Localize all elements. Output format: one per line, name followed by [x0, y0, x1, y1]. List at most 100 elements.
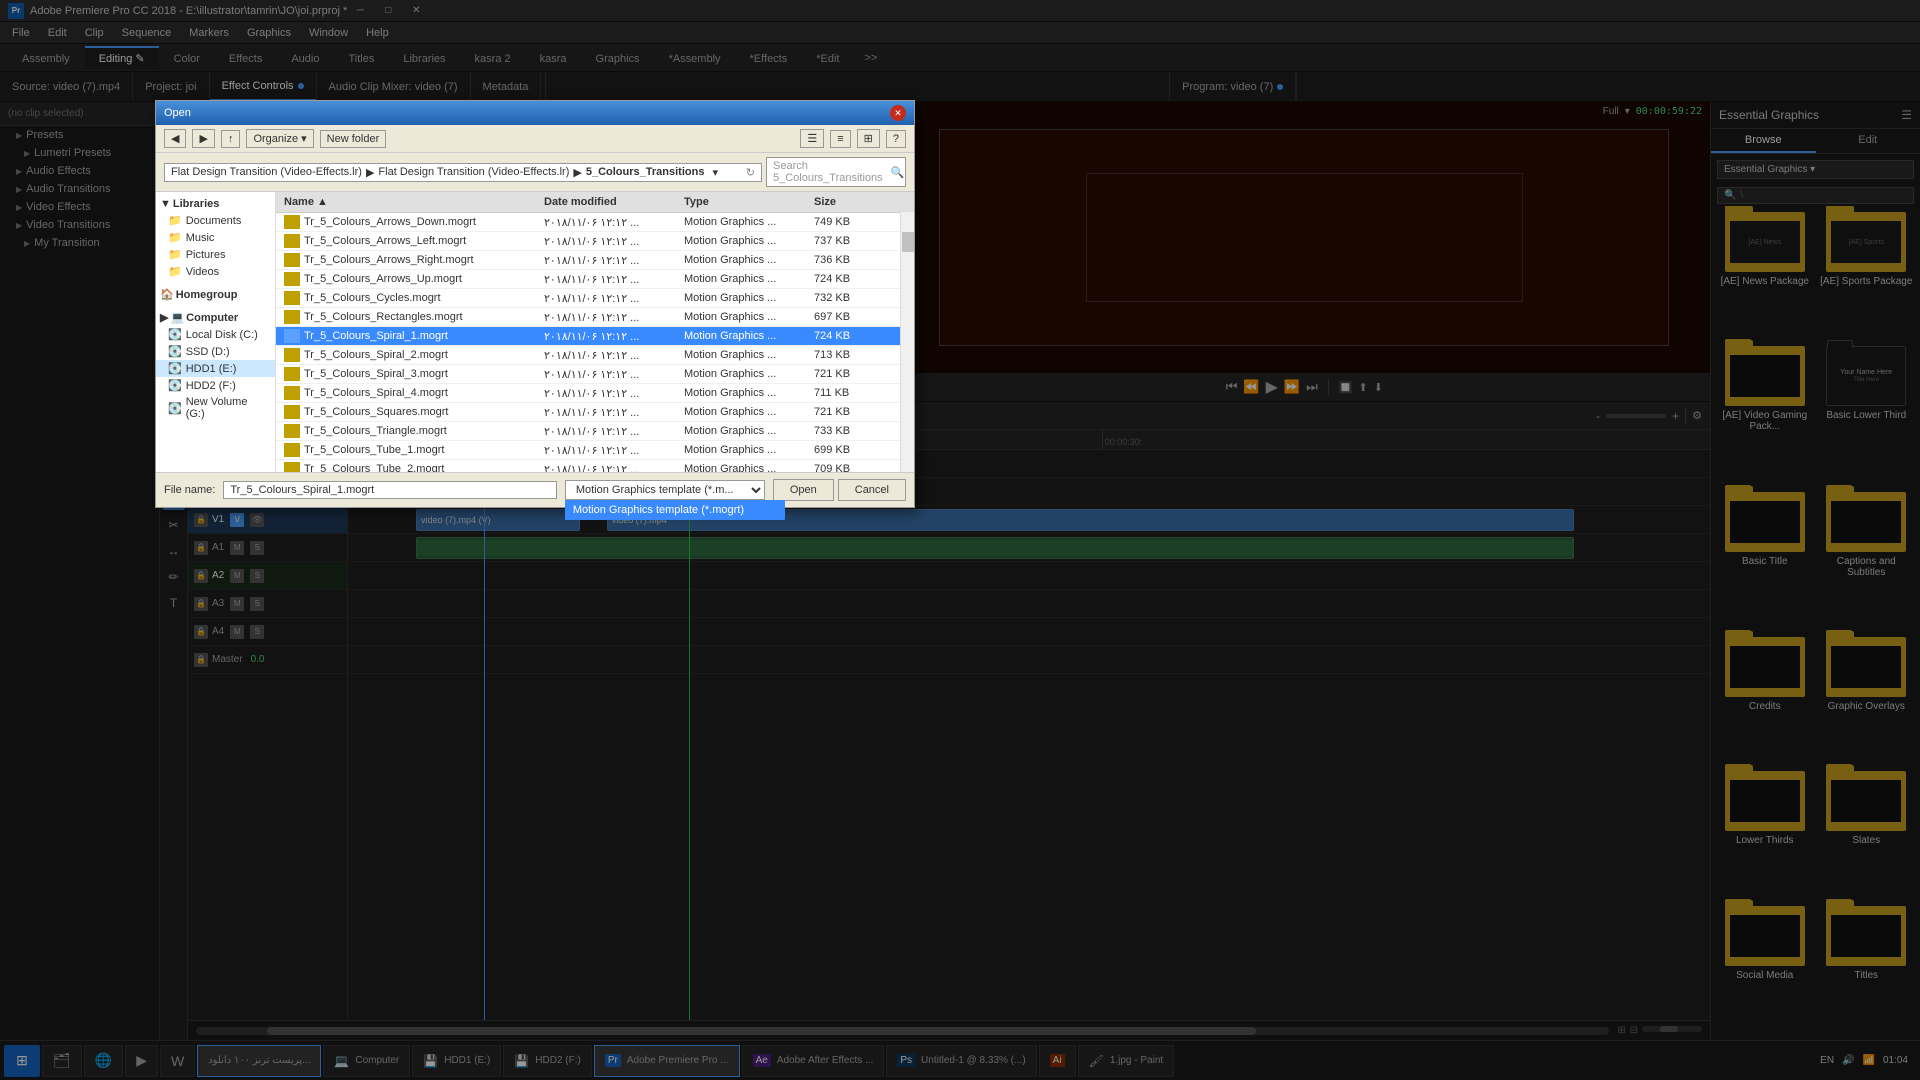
file-date-8: ۲۰۱۸/۱۱/۰۶ ۱۲:۱۲ ... — [540, 367, 680, 382]
file-row-4[interactable]: Tr_5_Colours_Cycles.mogrt ۲۰۱۸/۱۱/۰۶ ۱۲:… — [276, 289, 914, 308]
organize-button[interactable]: Organize ▾ — [246, 129, 313, 148]
file-type-12: Motion Graphics ... — [680, 443, 810, 457]
file-name-1: Tr_5_Colours_Arrows_Left.mogrt — [280, 233, 540, 249]
file-size-2: 736 KB — [810, 253, 890, 267]
col-header-size[interactable]: Size — [810, 194, 890, 210]
file-row-3[interactable]: Tr_5_Colours_Arrows_Up.mogrt ۲۰۱۸/۱۱/۰۶ … — [276, 270, 914, 289]
sidebar-hdd1-e[interactable]: 💽 HDD1 (E:) — [156, 360, 275, 377]
file-icon-1 — [284, 234, 300, 248]
drive-f-icon: 💽 — [168, 379, 182, 392]
sidebar-libraries-group[interactable]: ▼ Libraries — [156, 196, 275, 212]
file-icon-2 — [284, 253, 300, 267]
file-type-6: Motion Graphics ... — [680, 329, 810, 343]
dialog-file-list: Tr_5_Colours_Arrows_Down.mogrt ۲۰۱۸/۱۱/۰… — [276, 213, 914, 472]
drive-f-label: HDD2 (F:) — [186, 380, 236, 392]
cancel-button[interactable]: Cancel — [838, 479, 906, 501]
music-label: Music — [186, 232, 215, 244]
videos-label: Videos — [186, 266, 219, 278]
file-row-13[interactable]: Tr_5_Colours_Tube_2.mogrt ۲۰۱۸/۱۱/۰۶ ۱۲:… — [276, 460, 914, 472]
open-dialog: Open ✕ ◀ ▶ ↑ Organize ▾ New folder ☰ ≡ ⊞… — [155, 100, 915, 508]
sidebar-ssd-d[interactable]: 💽 SSD (D:) — [156, 343, 275, 360]
homegroup-label: Homegroup — [176, 289, 238, 301]
dialog-nav-row: Flat Design Transition (Video-Effects.lr… — [156, 153, 914, 192]
file-size-0: 749 KB — [810, 215, 890, 229]
sidebar-music[interactable]: 📁 Music — [156, 229, 275, 246]
file-name-input[interactable] — [223, 481, 556, 499]
file-row-11[interactable]: Tr_5_Colours_Triangle.mogrt ۲۰۱۸/۱۱/۰۶ ۱… — [276, 422, 914, 441]
sidebar-local-disk-c[interactable]: 💽 Local Disk (C:) — [156, 326, 275, 343]
file-type-8: Motion Graphics ... — [680, 367, 810, 381]
file-name-10: Tr_5_Colours_Squares.mogrt — [280, 404, 540, 420]
file-row-2[interactable]: Tr_5_Colours_Arrows_Right.mogrt ۲۰۱۸/۱۱/… — [276, 251, 914, 270]
file-type-dropdown-popup[interactable]: Motion Graphics template (*.mogrt) — [565, 500, 785, 520]
file-date-12: ۲۰۱۸/۱۱/۰۶ ۱۲:۱۲ ... — [540, 443, 680, 458]
sidebar-pictures[interactable]: 📁 Pictures — [156, 246, 275, 263]
sidebar-homegroup[interactable]: 🏠 Homegroup — [156, 286, 275, 303]
search-placeholder: Search 5_Colours_Transitions — [773, 160, 883, 184]
sidebar-computer[interactable]: ▶ 💻 Computer — [156, 309, 275, 326]
file-list-scrollbar[interactable] — [900, 212, 914, 472]
view-details-button[interactable]: ≡ — [830, 130, 850, 148]
file-date-5: ۲۰۱۸/۱۱/۰۶ ۱۲:۱۲ ... — [540, 310, 680, 325]
sidebar-hdd2-f[interactable]: 💽 HDD2 (F:) — [156, 377, 275, 394]
file-name-9: Tr_5_Colours_Spiral_4.mogrt — [280, 385, 540, 401]
file-size-8: 721 KB — [810, 367, 890, 381]
open-button[interactable]: Open — [773, 479, 834, 501]
file-row-6[interactable]: Tr_5_Colours_Spiral_1.mogrt ۲۰۱۸/۱۱/۰۶ ۱… — [276, 327, 914, 346]
file-name-0: Tr_5_Colours_Arrows_Down.mogrt — [280, 214, 540, 230]
scrollbar-thumb[interactable] — [902, 232, 914, 252]
file-date-4: ۲۰۱۸/۱۱/۰۶ ۱۲:۱۲ ... — [540, 291, 680, 306]
file-row-8[interactable]: Tr_5_Colours_Spiral_3.mogrt ۲۰۱۸/۱۱/۰۶ ۱… — [276, 365, 914, 384]
documents-icon: 📁 — [168, 214, 182, 227]
file-icon-5 — [284, 310, 300, 324]
view-list-button[interactable]: ☰ — [800, 129, 824, 148]
file-size-6: 724 KB — [810, 329, 890, 343]
file-name-5: Tr_5_Colours_Rectangles.mogrt — [280, 309, 540, 325]
col-header-date[interactable]: Date modified — [540, 194, 680, 210]
forward-button[interactable]: ▶ — [192, 129, 214, 148]
breadcrumb-1: Flat Design Transition (Video-Effects.lr… — [171, 166, 362, 178]
pictures-label: Pictures — [186, 249, 226, 261]
file-row-0[interactable]: Tr_5_Colours_Arrows_Down.mogrt ۲۰۱۸/۱۱/۰… — [276, 213, 914, 232]
col-header-type[interactable]: Type — [680, 194, 810, 210]
view-icons-button[interactable]: ⊞ — [857, 129, 880, 148]
documents-label: Documents — [186, 215, 242, 227]
dialog-search[interactable]: Search 5_Colours_Transitions 🔍 — [766, 157, 906, 187]
file-date-6: ۲۰۱۸/۱۱/۰۶ ۱۲:۱۲ ... — [540, 329, 680, 344]
file-size-5: 697 KB — [810, 310, 890, 324]
sidebar-documents[interactable]: 📁 Documents — [156, 212, 275, 229]
file-row-9[interactable]: Tr_5_Colours_Spiral_4.mogrt ۲۰۱۸/۱۱/۰۶ ۱… — [276, 384, 914, 403]
sidebar-new-volume-g[interactable]: 💽 New Volume (G:) — [156, 394, 275, 422]
sidebar-videos[interactable]: 📁 Videos — [156, 263, 275, 280]
file-type-7: Motion Graphics ... — [680, 348, 810, 362]
file-icon-9 — [284, 386, 300, 400]
drive-e-icon: 💽 — [168, 362, 182, 375]
file-row-1[interactable]: Tr_5_Colours_Arrows_Left.mogrt ۲۰۱۸/۱۱/۰… — [276, 232, 914, 251]
file-date-9: ۲۰۱۸/۱۱/۰۶ ۱۲:۱۲ ... — [540, 386, 680, 401]
up-button[interactable]: ↑ — [221, 130, 241, 148]
file-name-2: Tr_5_Colours_Arrows_Right.mogrt — [280, 252, 540, 268]
file-date-10: ۲۰۱۸/۱۱/۰۶ ۱۲:۱۲ ... — [540, 405, 680, 420]
search-btn-icon[interactable]: 🔍 — [891, 166, 905, 179]
refresh-icon[interactable]: ↻ — [746, 166, 755, 179]
file-row-12[interactable]: Tr_5_Colours_Tube_1.mogrt ۲۰۱۸/۱۱/۰۶ ۱۲:… — [276, 441, 914, 460]
dialog-close-button[interactable]: ✕ — [890, 105, 906, 121]
file-size-9: 711 KB — [810, 386, 890, 400]
help-button[interactable]: ? — [886, 130, 906, 148]
file-size-1: 737 KB — [810, 234, 890, 248]
breadcrumb-dropdown-icon[interactable]: ▾ — [712, 166, 718, 179]
col-header-name[interactable]: Name ▲ — [280, 194, 540, 210]
file-row-10[interactable]: Tr_5_Colours_Squares.mogrt ۲۰۱۸/۱۱/۰۶ ۱۲… — [276, 403, 914, 422]
dialog-title: Open — [164, 107, 191, 119]
file-row-7[interactable]: Tr_5_Colours_Spiral_2.mogrt ۲۰۱۸/۱۱/۰۶ ۱… — [276, 346, 914, 365]
file-row-5[interactable]: Tr_5_Colours_Rectangles.mogrt ۲۰۱۸/۱۱/۰۶… — [276, 308, 914, 327]
file-size-10: 721 KB — [810, 405, 890, 419]
file-name-4: Tr_5_Colours_Cycles.mogrt — [280, 290, 540, 306]
back-button[interactable]: ◀ — [164, 129, 186, 148]
new-folder-button[interactable]: New folder — [320, 130, 387, 148]
file-type-select[interactable]: Motion Graphics template (*.m... Motion … — [565, 480, 765, 500]
drive-c-label: Local Disk (C:) — [186, 329, 258, 341]
file-type-4: Motion Graphics ... — [680, 291, 810, 305]
dialog-path[interactable]: Flat Design Transition (Video-Effects.lr… — [164, 163, 762, 182]
drive-g-icon: 💽 — [168, 402, 182, 415]
